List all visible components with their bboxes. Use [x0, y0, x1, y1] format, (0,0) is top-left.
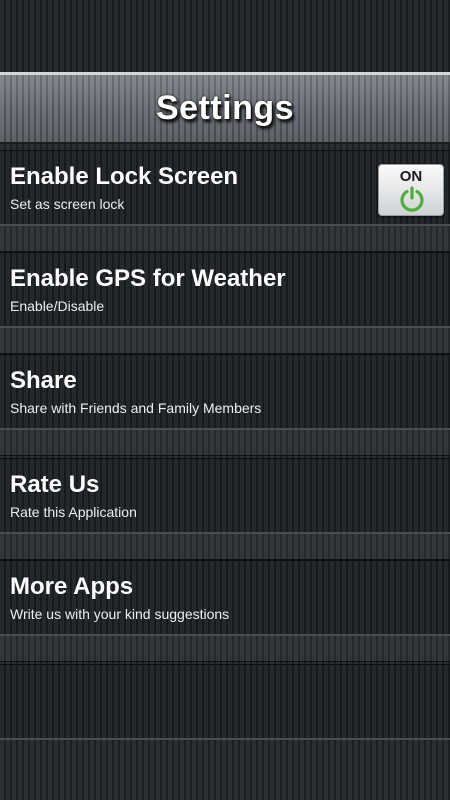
setting-title: Share: [10, 367, 77, 394]
top-bar: [0, 0, 450, 72]
setting-title: Enable Lock Screen: [10, 163, 239, 190]
power-icon: [400, 186, 424, 212]
empty-row: [0, 664, 450, 740]
header-bar: Settings: [0, 72, 450, 144]
setting-subtitle: Share with Friends and Family Members: [10, 400, 262, 416]
setting-share[interactable]: Share Share with Friends and Family Memb…: [0, 354, 450, 430]
setting-subtitle: Set as screen lock: [10, 196, 125, 212]
setting-subtitle: Write us with your kind suggestions: [10, 606, 230, 622]
toggle-state-label: ON: [399, 168, 423, 185]
lock-screen-toggle[interactable]: ON: [378, 164, 444, 216]
setting-subtitle: Enable/Disable: [10, 298, 105, 314]
setting-more-apps[interactable]: More Apps Write us with your kind sugges…: [0, 560, 450, 636]
row-divider: [0, 636, 450, 662]
setting-rate-us[interactable]: Rate Us Rate this Application: [0, 458, 450, 534]
setting-title: More Apps: [10, 573, 134, 600]
setting-title: Rate Us: [10, 471, 100, 498]
row-divider: [0, 430, 450, 456]
row-divider: [0, 534, 450, 560]
setting-enable-gps[interactable]: Enable GPS for Weather Enable/Disable: [0, 252, 450, 328]
page-title: Settings: [155, 89, 295, 127]
row-divider: [0, 226, 450, 252]
setting-title: Enable GPS for Weather: [10, 265, 286, 292]
setting-enable-lock-screen[interactable]: Enable Lock Screen Set as screen lock ON: [0, 150, 450, 226]
row-divider: [0, 328, 450, 354]
setting-subtitle: Rate this Application: [10, 504, 137, 520]
